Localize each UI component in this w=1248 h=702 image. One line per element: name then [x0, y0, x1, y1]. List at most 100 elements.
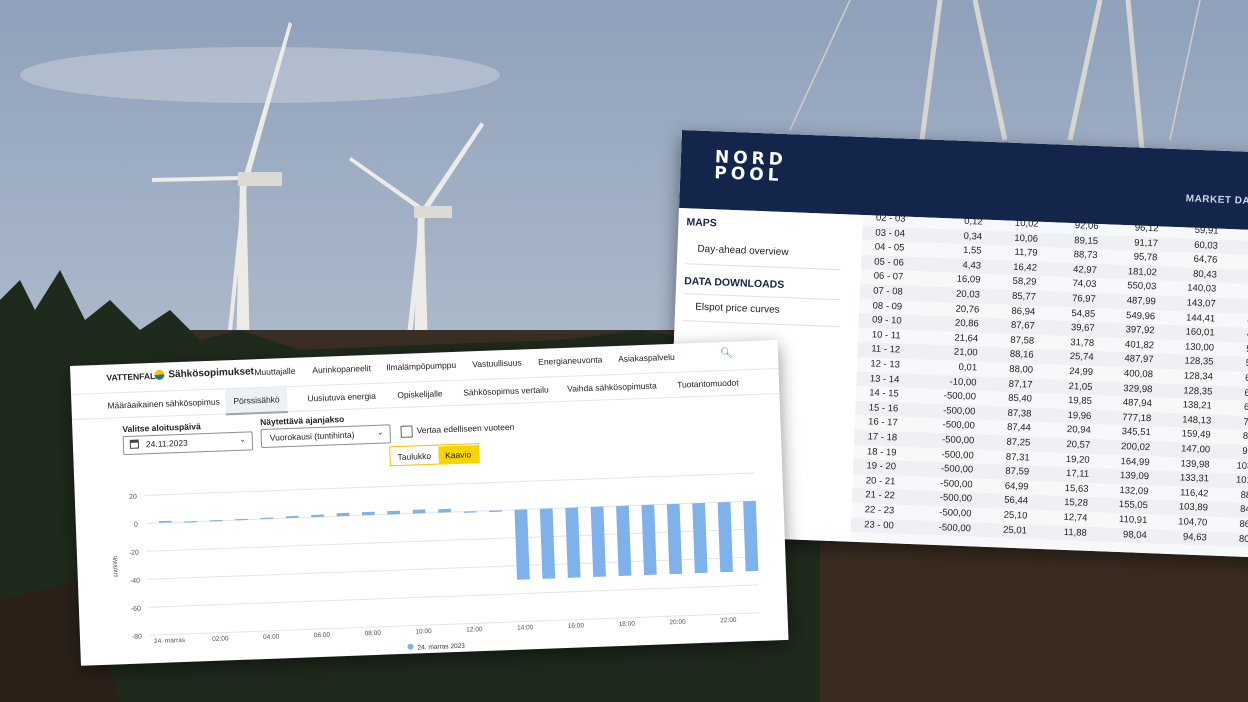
price-cell: 10,02	[1014, 217, 1039, 230]
nav-market-data[interactable]: MARKET DATA	[1186, 193, 1248, 207]
price-cell: 21,00	[953, 346, 978, 359]
price-cell: 42,22	[1214, 226, 1248, 239]
price-cell: 20,86	[954, 317, 979, 330]
price-cell: 11,79	[1014, 247, 1038, 259]
price-cell: 130,00	[1184, 341, 1215, 354]
price-cell: -500,00	[941, 434, 975, 447]
subnav-sahkosopimus-vertailu[interactable]: Sähkösopimus vertailu	[463, 384, 549, 397]
bar	[565, 507, 581, 578]
x-tick-label: 14:00	[517, 624, 534, 632]
hour-cell: 15 - 16	[868, 402, 899, 415]
price-cell: 155,05	[1118, 499, 1149, 512]
x-tick-label: 10:00	[415, 628, 432, 636]
price-cell: 25,74	[1069, 351, 1094, 364]
price-cell: 4,43	[962, 259, 982, 272]
section-title[interactable]: Sähkösopimukset	[168, 366, 254, 380]
price-cell: 88,73	[1073, 249, 1098, 262]
compare-checkbox[interactable]	[400, 425, 413, 438]
nav-aurinkopaneelit[interactable]: Aurinkopaneelit	[312, 363, 371, 375]
price-cell: 56,44	[1004, 495, 1029, 507]
price-cell: 160,01	[1185, 326, 1215, 339]
hour-cell: 11 - 12	[871, 343, 901, 356]
hour-cell: 19 - 20	[866, 460, 897, 473]
price-cell: 164,99	[1120, 455, 1150, 468]
price-cell: 85,77	[1011, 290, 1037, 303]
bar	[387, 510, 401, 515]
nav-ilmalampopumppu[interactable]: Ilmalämpöpumppu	[386, 360, 456, 373]
gridline	[146, 528, 757, 552]
gridline	[149, 612, 760, 636]
hour-cell: 05 - 06	[874, 256, 905, 269]
gridline	[144, 472, 755, 496]
price-cell: 70,87	[1243, 416, 1248, 429]
price-cell: 44,19	[1212, 298, 1248, 312]
x-tick-label: 02:00	[212, 635, 229, 643]
subnav-tuotantomuodot[interactable]: Tuotantomuodot	[677, 378, 739, 390]
bar	[438, 508, 451, 513]
bar	[514, 509, 530, 580]
price-cell: 329,98	[1123, 382, 1153, 395]
price-cell: 101,61	[1235, 474, 1248, 487]
nav-asiakaspalvelu[interactable]: Asiakaspalvelu	[618, 352, 675, 364]
subnav-opiskelijalle[interactable]: Opiskelijalle	[397, 388, 443, 400]
hour-cell: 08 - 09	[872, 300, 903, 313]
price-cell: 148,13	[1181, 414, 1212, 427]
price-cell: 88,16	[1009, 349, 1034, 362]
hour-cell: 20 - 21	[865, 475, 896, 488]
bar	[743, 500, 759, 572]
price-cell: 35,07	[1213, 255, 1248, 268]
hour-cell: 03 - 04	[875, 227, 906, 240]
hour-cell: 18 - 19	[866, 445, 897, 459]
price-cell: 138,21	[1182, 399, 1212, 412]
x-tick-label: 20:00	[669, 619, 686, 627]
price-cell: -500,00	[942, 419, 976, 432]
bar	[692, 502, 708, 574]
subnav-vaihda-sahkosopimusta[interactable]: Vaihda sähkösopimusta	[567, 381, 657, 394]
subnav-uusiutuva-energia[interactable]: Uusiutuva energia	[307, 391, 376, 404]
price-cell: -500,00	[941, 448, 974, 462]
nav-vastuullisuus[interactable]: Vastuullisuus	[472, 357, 522, 369]
vattenfall-logo[interactable]: VATTENFALL	[106, 371, 160, 383]
price-cell: 42,97	[1072, 263, 1098, 276]
bar	[361, 511, 375, 516]
price-cell: 0,34	[963, 230, 983, 243]
price-cell: 64,76	[1193, 253, 1218, 266]
sidebar-link-elspot-price-curves[interactable]: Elspot price curves	[695, 302, 780, 316]
price-chart: 20 0 -20 -40 -60 -80 snt/kWh 24. marras 02:00 04:…	[113, 472, 760, 651]
price-cell: 777,18	[1122, 411, 1152, 425]
price-cell: 103,19	[1236, 460, 1248, 473]
nav-muuttajalle[interactable]: Muuttajalle	[254, 366, 295, 377]
subnav-maaraaikainen[interactable]: Määräaikainen sähkösopimus	[107, 397, 220, 411]
price-cell: -500,00	[943, 390, 977, 403]
nav-energianeuvonta[interactable]: Energianeuvonta	[538, 354, 603, 366]
x-tick-label: 18:00	[619, 620, 636, 628]
toggle-chart[interactable]: Kaavio	[437, 445, 479, 465]
sidebar-link-day-ahead-overview[interactable]: Day-ahead overview	[697, 244, 789, 258]
price-cell: 47,63	[1211, 313, 1248, 326]
bar	[539, 508, 556, 579]
price-cell: 487,97	[1124, 353, 1154, 366]
price-cell: 487,99	[1126, 295, 1156, 308]
gridline	[148, 584, 759, 608]
price-cell: 96,12	[1134, 222, 1159, 235]
price-cell: 487,94	[1122, 397, 1153, 410]
toggle-table[interactable]: Taulukko	[390, 447, 438, 467]
price-cell: 104,70	[1178, 516, 1208, 529]
price-cell: 64,99	[1004, 480, 1029, 493]
price-cell: 95,78	[1133, 251, 1158, 264]
start-date-select[interactable]: 24.11.2023 ⌄	[122, 431, 254, 456]
nordpool-logo[interactable]: NORD POOL	[713, 147, 787, 186]
price-cell: 19,85	[1067, 395, 1093, 408]
subnav-porssisahko[interactable]: Pörssisähkö	[224, 387, 289, 416]
period-select[interactable]: Vuorokausi (tuntihinta) ⌄	[260, 424, 392, 449]
price-cell: 110,91	[1118, 514, 1148, 527]
logo-line-2: POOL	[713, 163, 783, 186]
x-tick-label: 04:00	[263, 634, 280, 642]
hour-cell: 10 - 11	[871, 329, 901, 342]
y-axis-label: snt/kWh	[113, 555, 120, 577]
price-cell: 144,41	[1185, 312, 1216, 325]
hour-cell: 14 - 15	[869, 387, 900, 400]
search-icon[interactable]: 🔍︎	[720, 348, 733, 359]
price-cell: 49,86	[1210, 328, 1248, 341]
price-cell: -500,00	[939, 507, 972, 520]
